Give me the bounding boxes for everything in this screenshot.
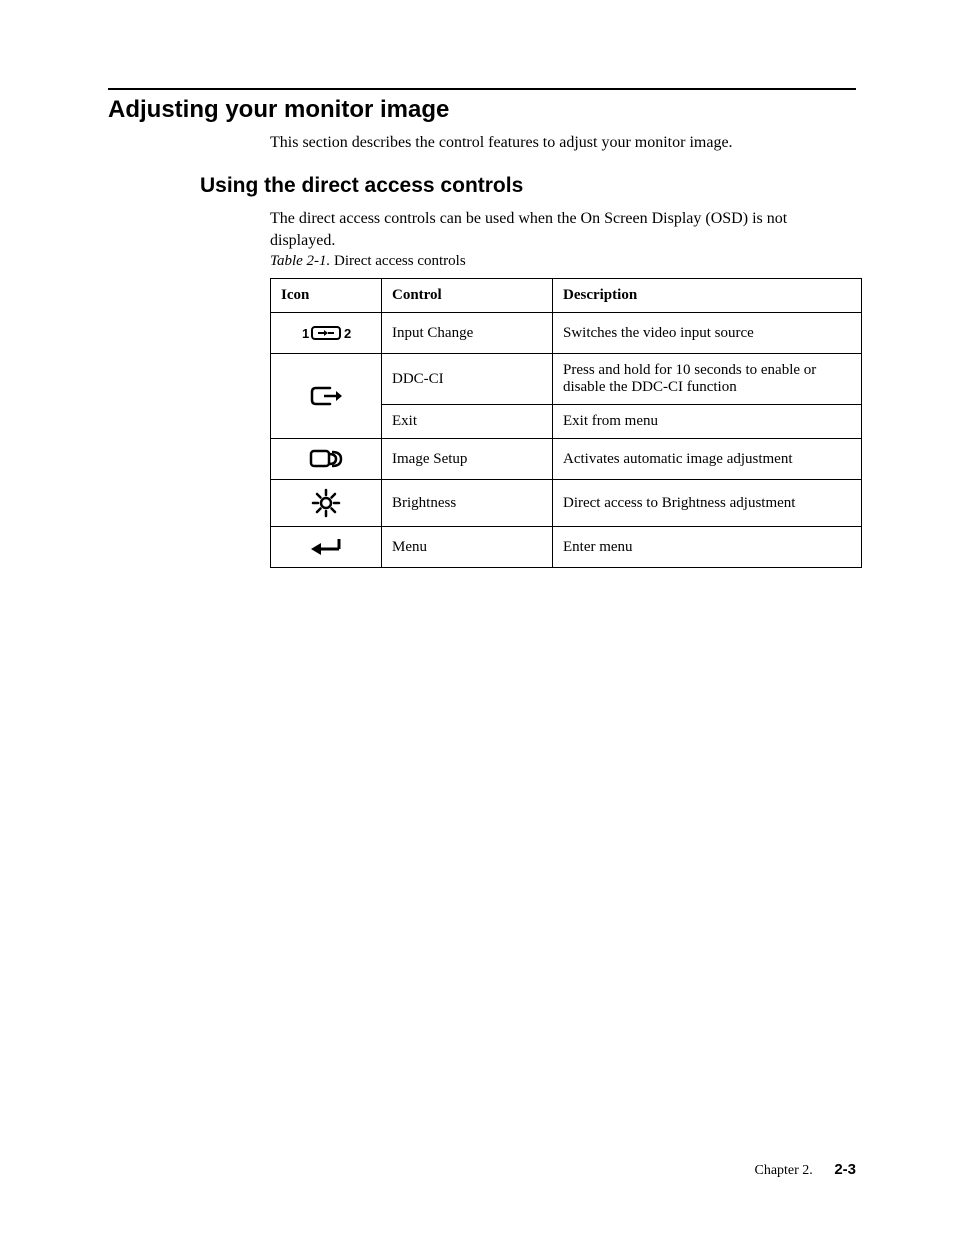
menu-icon: [309, 535, 343, 559]
table-header-row: Icon Control Description: [271, 279, 862, 313]
icon-cell: [271, 527, 382, 568]
table-caption-text: Direct access controls: [330, 253, 465, 269]
description-cell: Exit from menu: [553, 405, 862, 439]
icon-cell: [271, 439, 382, 480]
page-footer: Chapter 2. 2-3: [754, 1161, 856, 1179]
footer-chapter: Chapter 2.: [754, 1163, 812, 1178]
control-cell: Image Setup: [382, 439, 553, 480]
control-cell: DDC-CI: [382, 354, 553, 405]
header-control: Control: [382, 279, 553, 313]
section-intro: This section describes the control featu…: [270, 134, 856, 152]
svg-text:1: 1: [302, 326, 309, 341]
table-row: DDC-CI Press and hold for 10 seconds to …: [271, 354, 862, 405]
footer-page-number: 2-3: [834, 1161, 856, 1178]
section-rule: [108, 88, 856, 90]
icon-cell: [271, 354, 382, 439]
section-title: Adjusting your monitor image: [108, 96, 856, 124]
exit-icon: [308, 384, 344, 408]
control-cell: Brightness: [382, 480, 553, 527]
subsection-title: Using the direct access controls: [200, 174, 856, 198]
description-cell: Direct access to Brightness adjustment: [553, 480, 862, 527]
header-icon: Icon: [271, 279, 382, 313]
table-row: Menu Enter menu: [271, 527, 862, 568]
table-caption-label: Table 2-1.: [270, 253, 330, 269]
table-row: Image Setup Activates automatic image ad…: [271, 439, 862, 480]
input-change-icon: 1 2: [300, 321, 352, 345]
control-cell: Menu: [382, 527, 553, 568]
control-cell: Input Change: [382, 313, 553, 354]
brightness-icon: [311, 488, 341, 518]
header-description: Description: [553, 279, 862, 313]
image-setup-icon: [308, 447, 344, 471]
subsection-intro: The direct access controls can be used w…: [270, 208, 856, 251]
icon-cell: [271, 480, 382, 527]
direct-access-controls-table: Icon Control Description 1: [270, 278, 862, 568]
svg-text:2: 2: [344, 326, 351, 341]
description-cell: Switches the video input source: [553, 313, 862, 354]
description-cell: Press and hold for 10 seconds to enable …: [553, 354, 862, 405]
description-cell: Enter menu: [553, 527, 862, 568]
table-row: 1 2 Input Change Switc: [271, 313, 862, 354]
description-cell: Activates automatic image adjustment: [553, 439, 862, 480]
table-caption: Table 2-1. Direct access controls: [270, 253, 856, 270]
table-row: Brightness Direct access to Brightness a…: [271, 480, 862, 527]
control-cell: Exit: [382, 405, 553, 439]
icon-cell: 1 2: [271, 313, 382, 354]
